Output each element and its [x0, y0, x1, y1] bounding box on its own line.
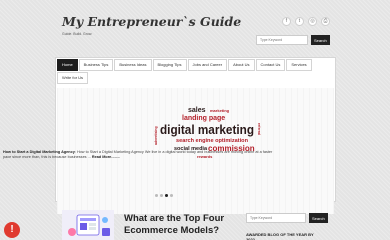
main-nav: Home Business Tips Business Ideas Bloggi…	[56, 58, 335, 86]
facebook-icon[interactable]: f	[282, 17, 291, 26]
post-thumbnail[interactable]	[62, 210, 114, 240]
wordcloud-marketing: marketing	[210, 108, 230, 113]
search-button[interactable]: Search	[311, 35, 330, 45]
wordcloud-landing-page: landing page	[182, 115, 225, 122]
sidebar-search: Search	[246, 213, 328, 223]
slider-dot[interactable]	[170, 194, 173, 197]
slide-caption: How to Start a Digital Marketing Agency:…	[3, 150, 273, 160]
nav-services[interactable]: Services	[286, 59, 312, 71]
social-links: f t ◎ ⎙	[282, 17, 330, 26]
twitter-icon[interactable]: t	[295, 17, 304, 26]
nav-about-us[interactable]: About Us	[228, 59, 255, 71]
nav-blogging-tips[interactable]: Blogging Tips	[152, 59, 187, 71]
site-tagline: Guide. Build. Grow.	[62, 32, 93, 36]
wordcloud-sales: sales	[188, 107, 206, 114]
nav-contact-us[interactable]: Contact Us	[255, 59, 286, 71]
nav-home[interactable]: Home	[57, 59, 78, 71]
nav-jobs-and-career[interactable]: Jobs and Career	[187, 59, 228, 71]
sidebar-search-button[interactable]: Search	[309, 213, 328, 223]
sidebar-search-input[interactable]	[246, 213, 306, 223]
slider-dot-active[interactable]	[165, 194, 168, 197]
sidebar-award-heading: AWARDED BLOG OF THE YEAR BY	[246, 232, 314, 237]
wordcloud-digital-marketing: digital marketing	[160, 122, 254, 137]
search-input[interactable]	[256, 35, 308, 45]
wordcloud-referral: referral	[257, 123, 261, 135]
slider-dot[interactable]	[155, 194, 158, 197]
ecommerce-illustration-icon	[68, 214, 110, 236]
read-more-link[interactable]: Read More........	[92, 155, 120, 159]
site-title[interactable]: My Entrepreneur`s Guide	[62, 14, 241, 29]
print-icon[interactable]: ⎙	[321, 17, 330, 26]
slider-pagination	[155, 194, 173, 197]
wordcloud-advertising: advertising	[154, 126, 158, 145]
nav-write-for-us[interactable]: Write for Us	[57, 72, 89, 84]
nav-business-ideas[interactable]: Business Ideas	[114, 59, 152, 71]
slider-dot[interactable]	[160, 194, 163, 197]
slide-caption-title[interactable]: How to Start a Digital Marketing Agency	[3, 150, 75, 154]
rss-icon[interactable]: ◎	[308, 17, 317, 26]
notification-badge[interactable]: !	[4, 222, 20, 238]
main-content: Home Business Tips Business Ideas Bloggi…	[55, 57, 336, 214]
nav-business-tips[interactable]: Business Tips	[78, 59, 114, 71]
post-title[interactable]: What are the Top Four Ecommerce Models?	[124, 213, 244, 237]
header-search: Search	[256, 35, 330, 45]
